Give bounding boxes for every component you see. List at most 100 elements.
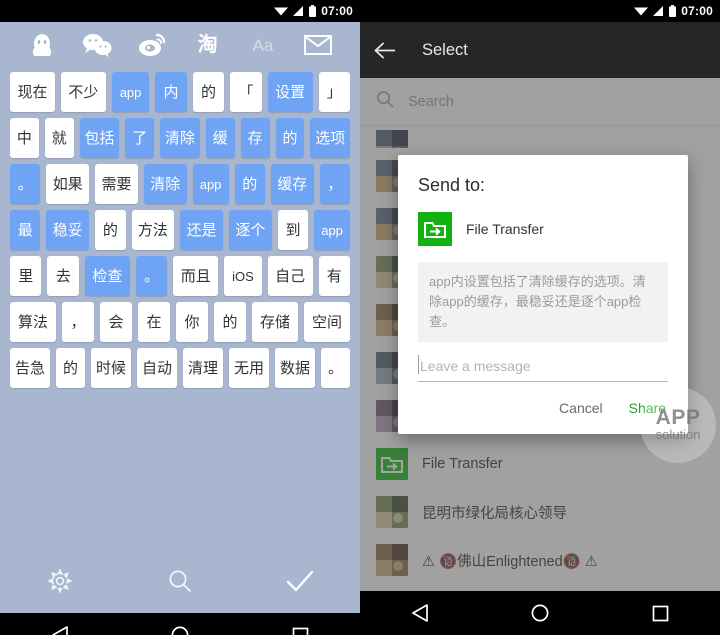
- word-chip[interactable]: 缓: [205, 118, 235, 158]
- word-chip[interactable]: 有: [318, 256, 351, 296]
- word-chip[interactable]: 不少: [60, 72, 106, 112]
- recents-square-icon[interactable]: [634, 598, 686, 628]
- word-chip[interactable]: 清除: [143, 164, 187, 204]
- word-chip[interactable]: 了: [125, 118, 155, 158]
- word-chip[interactable]: 的: [214, 302, 246, 342]
- app-shortcut-row: 淘 Aa: [0, 22, 360, 68]
- word-chip[interactable]: ，: [62, 302, 94, 342]
- word-row: 最稳妥的方法 还是 逐个到 app: [10, 210, 351, 250]
- dialog-target-row[interactable]: File Transfer: [418, 212, 668, 246]
- word-chip[interactable]: 「: [230, 72, 262, 112]
- word-chip[interactable]: 在: [138, 302, 170, 342]
- settings-gear-icon[interactable]: [0, 568, 120, 594]
- word-chip[interactable]: 内: [155, 72, 187, 112]
- word-chip[interactable]: 需要: [95, 164, 138, 204]
- word-chip[interactable]: 清理: [183, 348, 223, 388]
- word-chip[interactable]: 如果: [46, 164, 90, 204]
- keyboard-body: 淘 Aa 现在 不少 app 内的「设置」中就包括了清除缓存的选项。如果 需要 清除 app…: [0, 22, 360, 613]
- word-chip[interactable]: 告急: [10, 348, 50, 388]
- home-circle-icon[interactable]: [154, 620, 206, 635]
- message-input-placeholder: Leave a message: [420, 358, 531, 375]
- word-chip[interactable]: 检查: [84, 256, 130, 296]
- word-chip[interactable]: 逐个: [229, 210, 272, 250]
- word-chip[interactable]: 。: [10, 164, 41, 204]
- cancel-button[interactable]: Cancel: [559, 400, 603, 416]
- list-item[interactable]: [360, 126, 720, 152]
- word-chip[interactable]: 空间: [304, 302, 350, 342]
- word-chip[interactable]: 。: [321, 348, 350, 388]
- qq-icon[interactable]: [24, 30, 60, 60]
- word-chip[interactable]: 自己: [267, 256, 313, 296]
- word-chip[interactable]: ，: [319, 164, 351, 204]
- word-chip[interactable]: 稳妥: [46, 210, 90, 250]
- word-chip[interactable]: 存: [240, 118, 270, 158]
- word-chip[interactable]: 算法: [10, 302, 56, 342]
- mail-icon[interactable]: [300, 30, 336, 60]
- search-icon: [376, 90, 394, 113]
- word-chip[interactable]: 你: [176, 302, 208, 342]
- word-chip[interactable]: 里: [10, 256, 42, 296]
- word-chip[interactable]: 自动: [137, 348, 177, 388]
- word-chip[interactable]: 数据: [275, 348, 315, 388]
- search-icon[interactable]: [120, 568, 240, 594]
- word-chip[interactable]: 的: [192, 72, 225, 112]
- dialog-target-name: File Transfer: [466, 221, 544, 237]
- word-chip[interactable]: 选项: [310, 118, 351, 158]
- font-size-icon[interactable]: Aa: [245, 30, 281, 60]
- battery-icon: [669, 5, 677, 17]
- word-chip[interactable]: 缓存: [270, 164, 314, 204]
- back-triangle-icon[interactable]: [34, 620, 86, 635]
- word-chip[interactable]: 。: [135, 256, 168, 296]
- list-item[interactable]: 科目四（请各学员改回自己姓名）: [360, 584, 720, 591]
- list-item[interactable]: ⚠ 🔞佛山Enlightened🔞 ⚠: [360, 536, 720, 584]
- word-chip[interactable]: 清除: [160, 118, 200, 158]
- word-chip[interactable]: 设置: [267, 72, 313, 112]
- word-chip[interactable]: 时候: [91, 348, 131, 388]
- back-triangle-icon[interactable]: [394, 598, 446, 628]
- confirm-check-icon[interactable]: [240, 569, 360, 593]
- android-navbar-left: [0, 613, 360, 635]
- dual-screenshot: 07:00 淘 Aa 现在 不少 app 内 的 「 设置 」 中 就 包括 了…: [0, 0, 720, 635]
- status-bar-time: 07:00: [321, 4, 353, 18]
- word-chip[interactable]: 方法: [131, 210, 175, 250]
- list-item-label: ⚠ 🔞佛山Enlightened🔞 ⚠: [422, 553, 598, 570]
- weibo-icon[interactable]: [134, 30, 170, 60]
- word-chip[interactable]: iOS: [224, 256, 262, 296]
- word-chip[interactable]: 到: [277, 210, 309, 250]
- word-chip[interactable]: 就: [44, 118, 74, 158]
- word-chip[interactable]: 会: [100, 302, 132, 342]
- home-circle-icon[interactable]: [514, 598, 566, 628]
- message-input[interactable]: Leave a message: [418, 355, 668, 383]
- list-item[interactable]: 昆明市绿化局核心领导: [360, 488, 720, 536]
- back-arrow-icon[interactable]: [374, 42, 396, 59]
- word-chip[interactable]: 中: [10, 118, 39, 158]
- word-chip[interactable]: 最: [10, 210, 41, 250]
- word-chip[interactable]: 的: [95, 210, 126, 250]
- wifi-icon: [274, 6, 289, 16]
- word-chip[interactable]: 无用: [229, 348, 269, 388]
- wechat-icon[interactable]: [79, 30, 115, 60]
- list-item-label: File Transfer: [422, 456, 503, 472]
- word-chip[interactable]: 存储: [252, 302, 298, 342]
- dialog-preview-text: app内设置包括了清除缓存的选项。清除app的缓存，最稳妥还是逐个app检查。: [418, 262, 668, 343]
- search-bar[interactable]: Search: [360, 78, 720, 126]
- word-chip[interactable]: 的: [275, 118, 305, 158]
- word-chip[interactable]: app: [314, 210, 351, 250]
- avatar: [376, 130, 408, 148]
- word-chip[interactable]: 而且: [173, 256, 219, 296]
- taobao-icon[interactable]: 淘: [190, 30, 226, 60]
- word-chip[interactable]: 还是: [180, 210, 223, 250]
- file-transfer-icon: [376, 448, 408, 480]
- word-chip[interactable]: 去: [47, 256, 79, 296]
- recents-square-icon[interactable]: [274, 620, 326, 635]
- word-chip[interactable]: app: [111, 72, 150, 112]
- word-chip[interactable]: 的: [234, 164, 265, 204]
- avatar: [376, 544, 408, 576]
- word-chip[interactable]: 包括: [79, 118, 120, 158]
- contact-list[interactable]: Search Aquamarine File Transfer昆明市绿化局核心领…: [360, 78, 720, 591]
- word-chip[interactable]: 」: [318, 72, 350, 112]
- word-chip[interactable]: app: [192, 164, 229, 204]
- word-chip[interactable]: 现在: [10, 72, 55, 112]
- word-chip[interactable]: 的: [56, 348, 85, 388]
- search-input[interactable]: Search: [408, 94, 454, 110]
